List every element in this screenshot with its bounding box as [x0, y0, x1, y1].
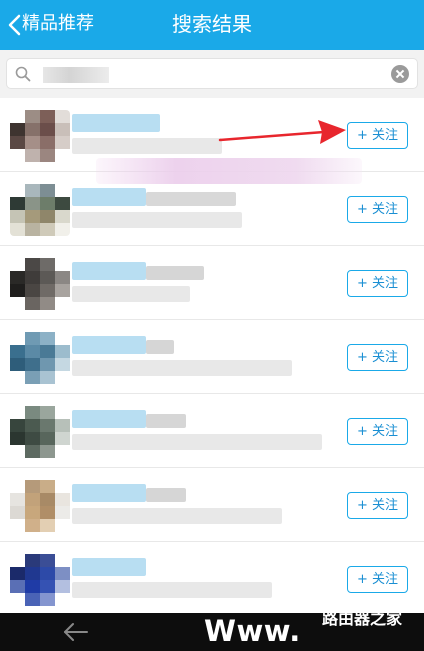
- clear-icon[interactable]: [391, 65, 409, 83]
- blurred-name: [72, 114, 160, 132]
- blurred-name: [72, 262, 146, 280]
- follow-button[interactable]: + 关注: [347, 122, 408, 149]
- blurred-name: [72, 336, 146, 354]
- list-item[interactable]: + 关注: [0, 542, 424, 613]
- blurred-tag: [146, 340, 174, 354]
- search-bar: [0, 50, 424, 98]
- avatar: [10, 406, 70, 458]
- follow-button[interactable]: + 关注: [347, 344, 408, 371]
- blurred-name: [72, 410, 146, 428]
- blurred-tag: [146, 414, 186, 428]
- follow-button[interactable]: + 关注: [347, 270, 408, 297]
- search-input[interactable]: [39, 64, 339, 84]
- avatar: [10, 110, 70, 162]
- blurred-tag: [146, 266, 204, 280]
- follow-button[interactable]: + 关注: [347, 492, 408, 519]
- avatar: [10, 184, 70, 236]
- avatar: [10, 332, 70, 384]
- top-bar: 精品推荐 搜索结果: [0, 0, 424, 50]
- follow-button[interactable]: + 关注: [347, 566, 408, 593]
- blurred-tag: [146, 488, 186, 502]
- list-item[interactable]: + 关注: [0, 320, 424, 394]
- blurred-info: [72, 138, 222, 154]
- search-icon: [15, 66, 31, 82]
- blurred-info: [72, 434, 322, 450]
- list-item[interactable]: + 关注: [0, 246, 424, 320]
- avatar: [10, 554, 70, 606]
- list-item[interactable]: + 关注: [0, 468, 424, 542]
- blurred-info: [72, 286, 190, 302]
- search-box[interactable]: [6, 58, 418, 89]
- blurred-tag: [146, 192, 236, 206]
- page-title: 搜索结果: [172, 12, 252, 36]
- watermark-sub: 路由器之家: [322, 609, 403, 628]
- blurred-info: [72, 582, 272, 598]
- list-item[interactable]: + 关注: [0, 394, 424, 468]
- avatar: [10, 258, 70, 310]
- avatar: [10, 480, 70, 532]
- follow-button[interactable]: + 关注: [347, 196, 408, 223]
- blurred-info: [72, 508, 282, 524]
- blurred-name: [72, 484, 146, 502]
- blurred-name: [72, 558, 146, 576]
- blurred-name: [72, 188, 146, 206]
- blurred-info: [72, 212, 242, 228]
- follow-button[interactable]: + 关注: [347, 418, 408, 445]
- blurred-highlight: [96, 158, 362, 184]
- blurred-info: [72, 360, 292, 376]
- annotation-arrow: [218, 120, 346, 144]
- nav-back-icon[interactable]: [62, 621, 90, 643]
